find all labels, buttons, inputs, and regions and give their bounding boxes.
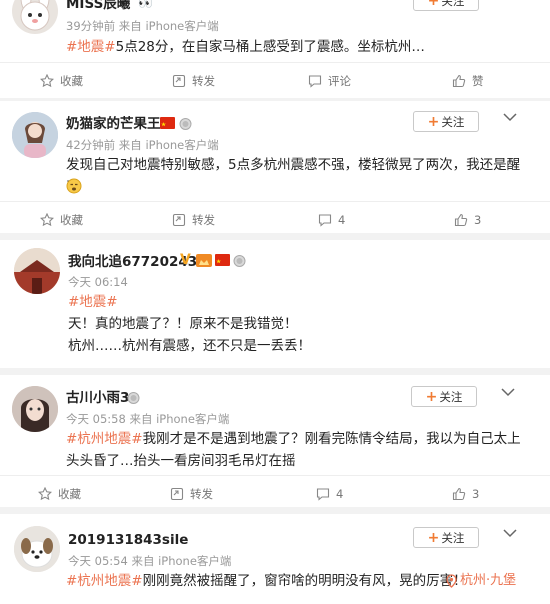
- repost-icon: [172, 74, 186, 88]
- hashtag-link[interactable]: #杭州地震#: [66, 573, 143, 589]
- post-text: #地震# 天！真的地震了？！原来不是我错觉！ 杭州……杭州有震感，还不只是一丢丢…: [68, 294, 311, 354]
- plus-icon: +: [425, 388, 438, 405]
- vip-v-icon: V: [180, 252, 191, 268]
- comment-button[interactable]: 4: [316, 476, 343, 512]
- post-meta: 39分钟前 来自 iPhone客户端: [66, 19, 219, 33]
- follow-button[interactable]: + 关注: [413, 111, 479, 132]
- chevron-down-icon[interactable]: [502, 111, 518, 123]
- plus-icon: +: [427, 113, 440, 130]
- vip-level-icon: [196, 254, 212, 267]
- post-meta: 今天 06:14: [68, 275, 128, 289]
- post-meta: 今天 05:54 来自 iPhone客户端: [68, 554, 232, 568]
- hashtag-link[interactable]: #地震#: [68, 294, 118, 310]
- avatar[interactable]: [12, 386, 58, 432]
- action-bar: 收藏 转发 4 3: [0, 201, 550, 237]
- post-card: 奶猫家的芒果王 42分钟前 来自 iPhone客户端 + 关注 发现自己对地震特别…: [0, 101, 550, 233]
- comment-button[interactable]: 4: [318, 202, 345, 238]
- post-text: #杭州地震#刚刚竟然被摇醒了，窗帘啥的明明没有风，晃的厉害！: [66, 573, 467, 589]
- comment-icon: [316, 488, 330, 501]
- location-tag[interactable]: 杭州·九堡: [446, 570, 516, 592]
- plus-icon: +: [427, 529, 440, 546]
- username[interactable]: MISS辰曦: [66, 0, 130, 13]
- tired-emoji-icon: [66, 178, 82, 198]
- repost-button[interactable]: 转发: [170, 476, 213, 512]
- like-button[interactable]: 赞: [452, 63, 484, 99]
- post-text: #地震#5点28分，在自家马桶上感受到了震感。坐标杭州…: [66, 39, 425, 55]
- comment-button[interactable]: 评论: [308, 63, 351, 99]
- post-card: 2019131843sile 今天 05:54 来自 iPhone客户端 + 关注…: [0, 514, 550, 604]
- follow-button[interactable]: + 关注: [413, 0, 479, 11]
- post-text: 发现自己对地震特别敏感，5点多杭州震感不强，楼轻微晃了两次，我还是醒了: [66, 157, 521, 195]
- favorite-button[interactable]: 收藏: [40, 202, 83, 238]
- post-card: 我向北追67720243 V 今天 06:14 #地震# 天！真的地震了？！原来…: [0, 240, 550, 368]
- follow-button[interactable]: + 关注: [413, 527, 479, 548]
- star-icon: [40, 213, 54, 227]
- username[interactable]: 古川小雨3: [66, 389, 129, 407]
- follow-button[interactable]: + 关注: [411, 386, 477, 407]
- action-bar: 收藏 转发 4 3: [0, 475, 550, 511]
- repost-button[interactable]: 转发: [172, 202, 215, 238]
- medal-badge-icon: [179, 116, 192, 135]
- repost-icon: [172, 213, 186, 227]
- comment-icon: [318, 214, 332, 227]
- weibo-feed: MISS辰曦 👀 39分钟前 来自 iPhone客户端 + 关注 #地震#5点28…: [0, 0, 550, 604]
- favorite-button[interactable]: 收藏: [40, 63, 83, 99]
- like-button[interactable]: 3: [454, 202, 481, 238]
- chevron-down-icon[interactable]: [502, 527, 518, 539]
- post-meta: 今天 05:58 来自 iPhone客户端: [66, 412, 230, 426]
- star-icon: [38, 487, 52, 501]
- username[interactable]: 我向北追67720243: [68, 253, 197, 271]
- repost-button[interactable]: 转发: [172, 63, 215, 99]
- hashtag-link[interactable]: #杭州地震#: [66, 431, 143, 447]
- plus-icon: +: [427, 0, 440, 9]
- medal-badge-icon: [233, 253, 246, 272]
- post-card: 古川小雨3 今天 05:58 来自 iPhone客户端 + 关注 #杭州地震#我刚…: [0, 375, 550, 507]
- avatar[interactable]: [12, 0, 58, 34]
- action-bar: 收藏 转发 评论 赞: [0, 62, 550, 98]
- avatar[interactable]: [14, 526, 60, 572]
- comment-icon: [308, 75, 322, 88]
- china-flag-icon: [160, 117, 175, 129]
- china-flag-icon: [215, 254, 230, 266]
- post-text: #杭州地震#我刚才是不是遇到地震了？刚看完陈情令结局，我以为自己太上头头昏了…抬…: [66, 431, 521, 469]
- post-meta: 42分钟前 来自 iPhone客户端: [66, 138, 219, 152]
- chevron-down-icon[interactable]: [500, 386, 516, 398]
- eye-emoji-icon: 👀: [138, 0, 153, 10]
- thumbs-up-icon: [452, 487, 466, 501]
- username[interactable]: 2019131843sile: [68, 531, 188, 549]
- avatar[interactable]: [14, 248, 60, 294]
- avatar[interactable]: [12, 112, 58, 158]
- medal-badge-icon: [127, 390, 140, 409]
- star-icon: [40, 74, 54, 88]
- favorite-button[interactable]: 收藏: [38, 476, 81, 512]
- hashtag-link[interactable]: #地震#: [66, 39, 116, 55]
- repost-icon: [170, 487, 184, 501]
- thumbs-up-icon: [452, 74, 466, 88]
- username[interactable]: 奶猫家的芒果王: [66, 115, 161, 133]
- thumbs-up-icon: [454, 213, 468, 227]
- location-pin-icon: [446, 574, 457, 588]
- like-button[interactable]: 3: [452, 476, 479, 512]
